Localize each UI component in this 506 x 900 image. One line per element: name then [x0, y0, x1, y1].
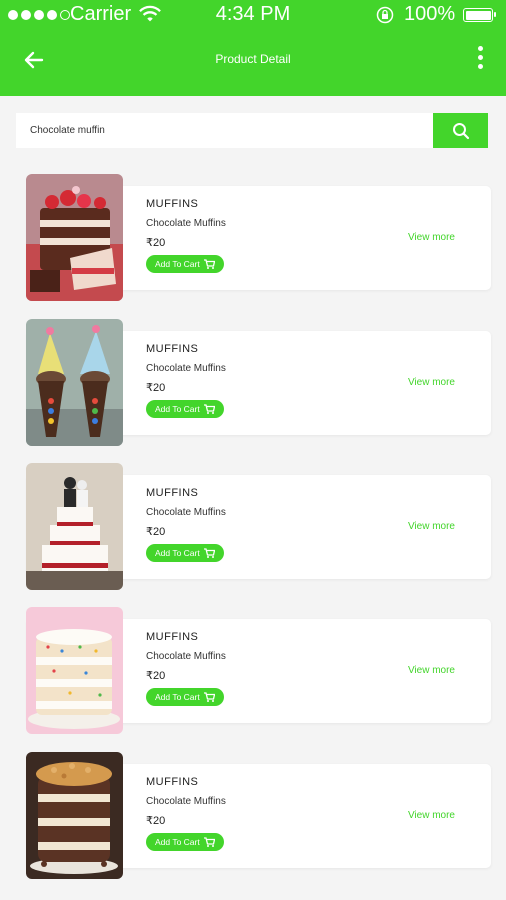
- product-price: ₹20: [146, 670, 166, 682]
- product-image[interactable]: [26, 174, 123, 301]
- product-card[interactable]: MUFFINS Chocolate Muffins ₹20 Add To Car…: [26, 607, 491, 734]
- cart-icon: [203, 259, 215, 269]
- search-bar: [16, 113, 488, 148]
- product-name: Chocolate Muffins: [146, 363, 226, 374]
- search-input[interactable]: [16, 113, 433, 148]
- battery-percentage: 100%: [404, 3, 456, 25]
- product-price: ₹20: [146, 526, 166, 538]
- product-info: MUFFINS Chocolate Muffins ₹20 Add To Car…: [146, 487, 226, 562]
- view-more-link[interactable]: View more: [408, 810, 455, 821]
- product-category: MUFFINS: [146, 776, 199, 788]
- add-to-cart-button[interactable]: Add To Cart: [146, 688, 224, 706]
- product-name: Chocolate Muffins: [146, 651, 226, 662]
- add-to-cart-button[interactable]: Add To Cart: [146, 400, 224, 418]
- more-vertical-icon[interactable]: [472, 46, 488, 72]
- product-name: Chocolate Muffins: [146, 218, 226, 229]
- add-to-cart-button[interactable]: Add To Cart: [146, 833, 224, 851]
- cart-icon: [203, 548, 215, 558]
- product-card[interactable]: MUFFINS Chocolate Muffins ₹20 Add To Car…: [26, 752, 491, 879]
- product-image[interactable]: [26, 463, 123, 590]
- view-more-link[interactable]: View more: [408, 377, 455, 388]
- status-bar: Carrier 4:34 PM 100%: [0, 0, 506, 30]
- product-info: MUFFINS Chocolate Muffins ₹20 Add To Car…: [146, 631, 226, 706]
- cart-icon: [203, 404, 215, 414]
- product-card[interactable]: MUFFINS Chocolate Muffins ₹20 Add To Car…: [26, 174, 491, 301]
- product-category: MUFFINS: [146, 631, 199, 643]
- search-button[interactable]: [433, 113, 488, 148]
- orientation-lock-icon: [376, 6, 394, 24]
- app-bar: Product Detail: [0, 30, 506, 96]
- product-name: Chocolate Muffins: [146, 796, 226, 807]
- product-info: MUFFINS Chocolate Muffins ₹20 Add To Car…: [146, 776, 226, 851]
- product-image[interactable]: [26, 752, 123, 879]
- view-more-link[interactable]: View more: [408, 665, 455, 676]
- cart-icon: [203, 692, 215, 702]
- product-info: MUFFINS Chocolate Muffins ₹20 Add To Car…: [146, 343, 226, 418]
- product-image[interactable]: [26, 319, 123, 446]
- product-category: MUFFINS: [146, 343, 199, 355]
- product-card[interactable]: MUFFINS Chocolate Muffins ₹20 Add To Car…: [26, 319, 491, 446]
- product-price: ₹20: [146, 815, 166, 827]
- add-to-cart-button[interactable]: Add To Cart: [146, 544, 224, 562]
- add-to-cart-label: Add To Cart: [155, 837, 200, 847]
- add-to-cart-label: Add To Cart: [155, 548, 200, 558]
- product-image[interactable]: [26, 607, 123, 734]
- product-name: Chocolate Muffins: [146, 507, 226, 518]
- battery-icon: [463, 8, 496, 22]
- add-to-cart-button[interactable]: Add To Cart: [146, 255, 224, 273]
- cart-icon: [203, 837, 215, 847]
- view-more-link[interactable]: View more: [408, 232, 455, 243]
- add-to-cart-label: Add To Cart: [155, 259, 200, 269]
- product-price: ₹20: [146, 382, 166, 394]
- header: Carrier 4:34 PM 100% Product Detail: [0, 0, 506, 96]
- add-to-cart-label: Add To Cart: [155, 404, 200, 414]
- add-to-cart-label: Add To Cart: [155, 692, 200, 702]
- product-price: ₹20: [146, 237, 166, 249]
- product-info: MUFFINS Chocolate Muffins ₹20 Add To Car…: [146, 198, 226, 273]
- product-category: MUFFINS: [146, 198, 199, 210]
- view-more-link[interactable]: View more: [408, 521, 455, 532]
- product-card[interactable]: MUFFINS Chocolate Muffins ₹20 Add To Car…: [26, 463, 491, 590]
- search-icon: [452, 122, 469, 139]
- product-category: MUFFINS: [146, 487, 199, 499]
- page-title: Product Detail: [215, 52, 291, 66]
